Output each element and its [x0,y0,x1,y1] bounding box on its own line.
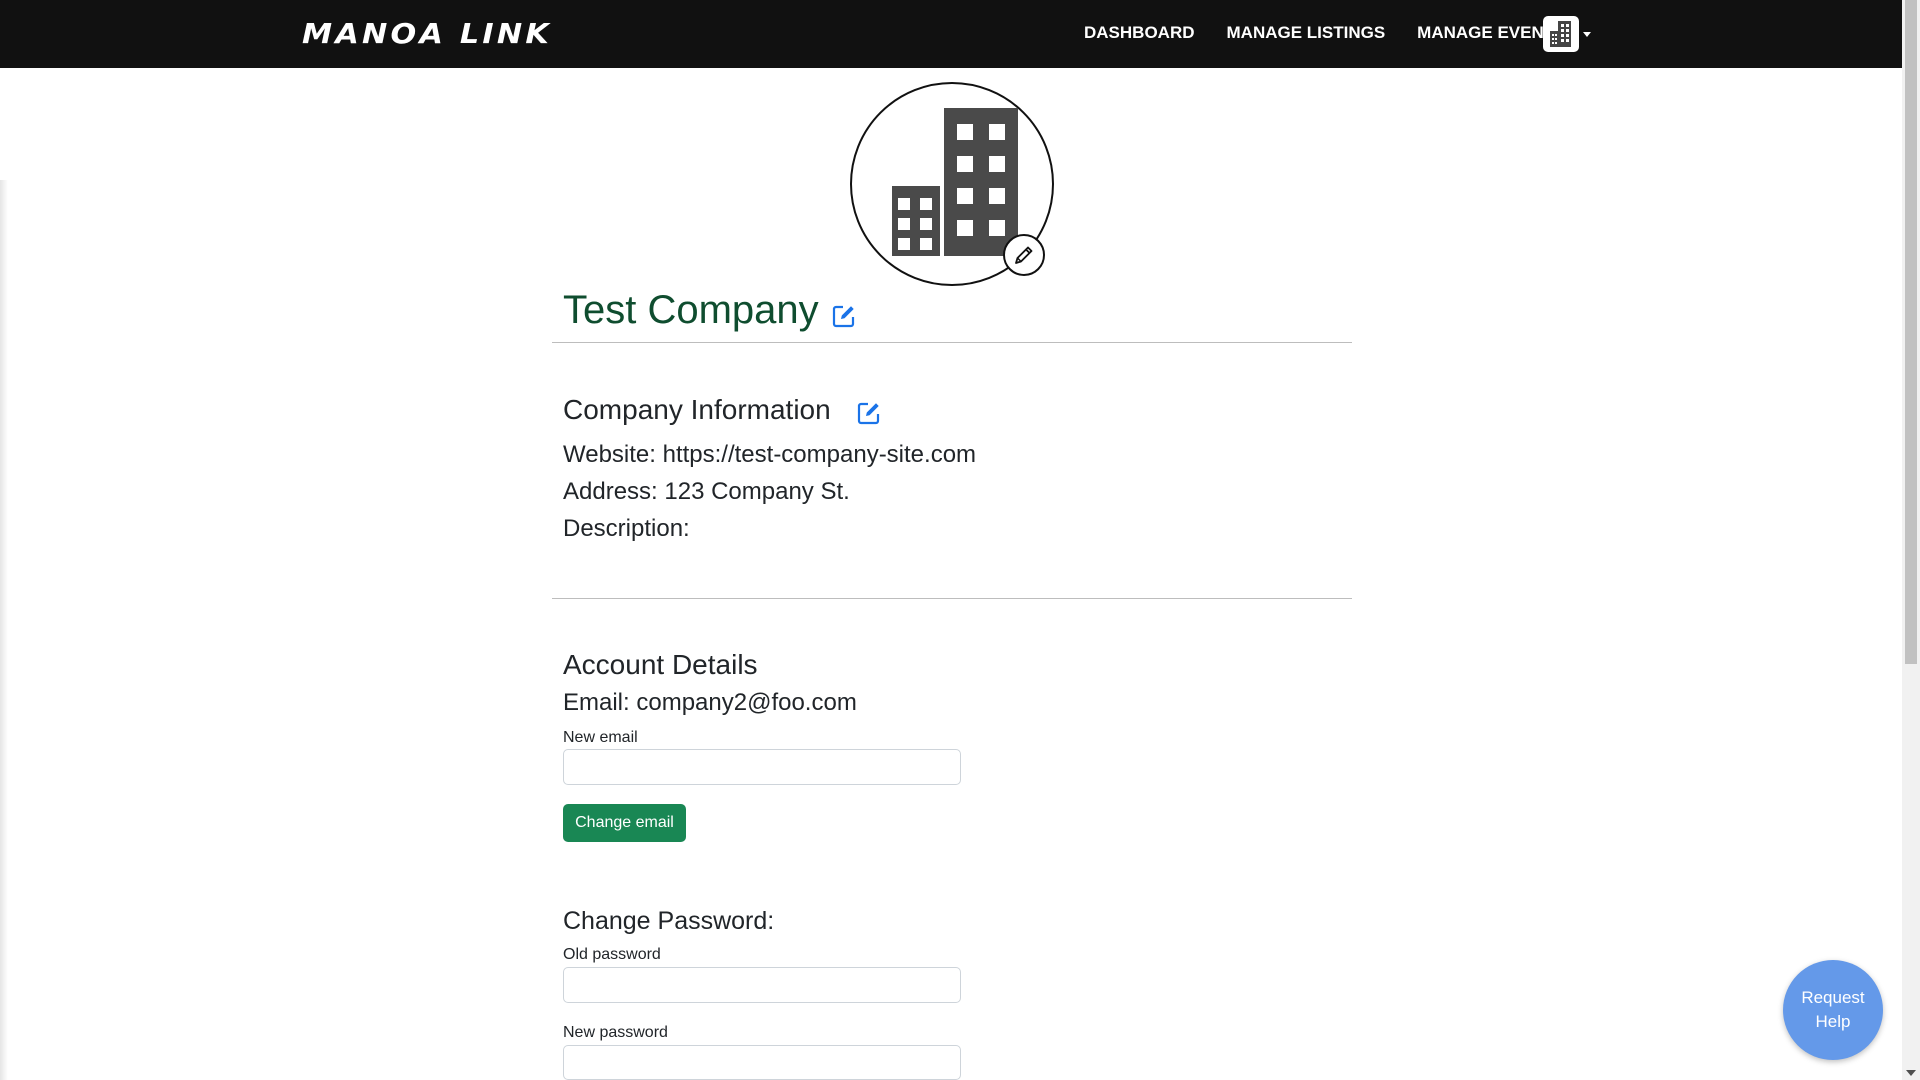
nav-manage-listings[interactable]: MANAGE LISTINGS [1227,22,1386,44]
edit-company-info-button[interactable] [857,401,881,429]
pencil-icon [1015,246,1033,264]
company-address: Address: 123 Company St. [563,478,850,505]
brand-logo[interactable]: MANOA LINK [302,17,552,51]
page-scrollbar[interactable] [1902,0,1920,1080]
caret-down-icon [1583,31,1591,37]
current-email: Email: company2@foo.com [563,689,857,716]
user-avatar [1543,16,1579,52]
scrollbar-thumb[interactable] [1905,0,1917,664]
company-info-heading: Company Information [563,394,831,425]
new-email-label: New email [563,729,638,746]
edit-photo-button[interactable] [1003,234,1045,276]
building-icon [1550,21,1571,47]
top-navbar: MANOA LINK DASHBOARD MANAGE LISTINGS MAN… [0,0,1902,68]
company-website: Website: https://test-company-site.com [563,441,977,468]
edit-square-icon [832,305,855,328]
request-help-button[interactable]: Request Help [1783,960,1883,1060]
old-password-input[interactable] [563,967,961,1003]
new-password-input[interactable] [563,1045,961,1080]
nav-links: DASHBOARD MANAGE LISTINGS MANAGE EVENTS [1084,22,1565,44]
scroll-down-arrow-icon[interactable] [1906,1070,1916,1076]
change-password-heading: Change Password: [563,907,775,935]
nav-dashboard[interactable]: DASHBOARD [1084,22,1195,44]
new-email-input[interactable] [563,749,961,785]
user-menu-toggle[interactable] [1543,16,1591,52]
divider-1 [552,342,1352,343]
edit-square-icon [857,402,880,425]
company-description: Description: [563,515,690,542]
building-icon [892,108,1018,256]
new-password-label: New password [563,1024,668,1041]
edit-company-name-button[interactable] [832,304,856,332]
left-edge-shadow [0,180,8,1080]
divider-2 [552,598,1352,599]
company-name-heading: Test Company [563,288,819,332]
account-details-heading: Account Details [563,649,758,680]
old-password-label: Old password [563,946,661,963]
change-email-button[interactable]: Change email [563,804,686,842]
